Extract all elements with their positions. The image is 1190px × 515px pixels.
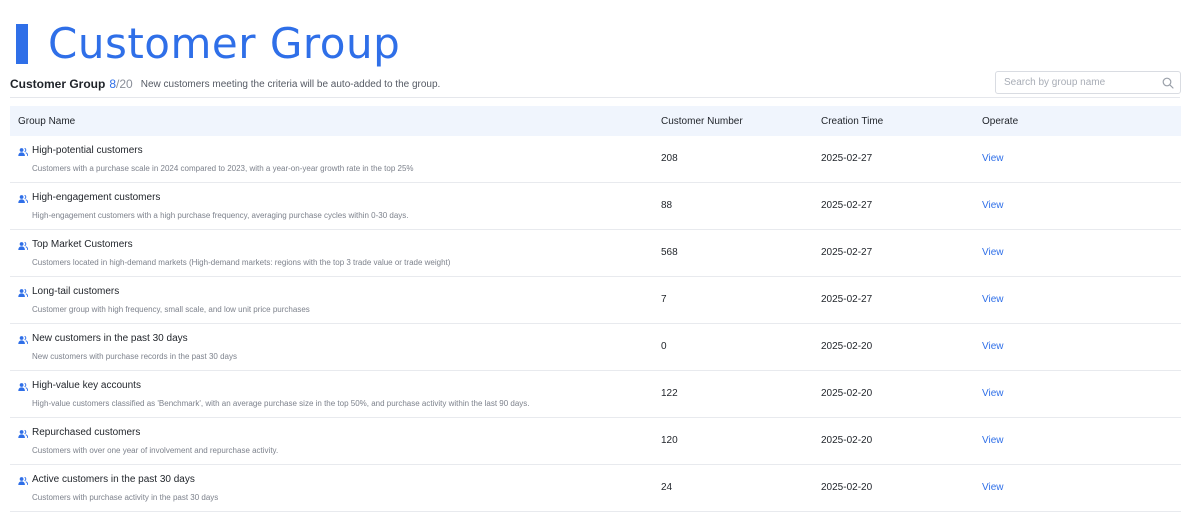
group-name: Top Market Customers xyxy=(32,239,133,250)
table-row: High-potential customers Customers with a… xyxy=(10,136,1181,183)
group-count: 8 xyxy=(109,77,117,91)
user-group-icon xyxy=(18,382,28,392)
customer-number: 7 xyxy=(661,294,667,305)
creation-time: 2025-02-20 xyxy=(821,388,873,399)
creation-time: 2025-02-27 xyxy=(821,200,873,211)
view-link[interactable]: View xyxy=(982,294,1004,305)
customer-number: 122 xyxy=(661,388,678,399)
view-link[interactable]: View xyxy=(982,482,1004,493)
creation-time: 2025-02-20 xyxy=(821,435,873,446)
user-group-icon xyxy=(18,288,28,298)
group-description: Customers with a purchase scale in 2024 … xyxy=(32,164,414,173)
group-name: High-value key accounts xyxy=(32,380,141,391)
creation-time: 2025-02-20 xyxy=(821,341,873,352)
customer-number: 0 xyxy=(661,341,667,352)
user-group-icon xyxy=(18,147,28,157)
column-header-creation-time: Creation Time xyxy=(821,115,884,127)
group-name: Active customers in the past 30 days xyxy=(32,474,195,485)
group-description: Customers located in high-demand markets… xyxy=(32,258,451,267)
creation-time: 2025-02-27 xyxy=(821,153,873,164)
group-description: High-engagement customers with a high pu… xyxy=(32,211,409,220)
view-link[interactable]: View xyxy=(982,247,1004,258)
group-description: Customer group with high frequency, smal… xyxy=(32,305,310,314)
table-row: High-value key accounts High-value custom… xyxy=(10,371,1181,418)
group-description: Customers with purchase activity in the … xyxy=(32,493,219,502)
search-input[interactable] xyxy=(1004,77,1154,88)
view-link[interactable]: View xyxy=(982,341,1004,352)
search-icon[interactable] xyxy=(1162,77,1174,89)
view-link[interactable]: View xyxy=(982,153,1004,164)
user-group-icon xyxy=(18,241,28,251)
group-name: High-potential customers xyxy=(32,145,143,156)
group-description: Customers with over one year of involvem… xyxy=(32,446,279,455)
group-name: New customers in the past 30 days xyxy=(32,333,188,344)
view-link[interactable]: View xyxy=(982,435,1004,446)
group-name: Long-tail customers xyxy=(32,286,120,297)
customer-group-table: Group Name Customer Number Creation Time… xyxy=(10,106,1181,512)
customer-number: 568 xyxy=(661,247,678,258)
page-title: Customer Group xyxy=(48,19,401,68)
table-row: Long-tail customers Customer group with h… xyxy=(10,277,1181,324)
table-row: Top Market Customers Customers located in… xyxy=(10,230,1181,277)
title-accent-bar xyxy=(16,24,28,64)
creation-time: 2025-02-20 xyxy=(821,482,873,493)
auto-add-note: New customers meeting the criteria will … xyxy=(140,78,441,90)
creation-time: 2025-02-27 xyxy=(821,294,873,305)
table-body: High-potential customers Customers with a… xyxy=(10,136,1181,512)
view-link[interactable]: View xyxy=(982,388,1004,399)
creation-time: 2025-02-27 xyxy=(821,247,873,258)
customer-number: 24 xyxy=(661,482,673,493)
page-header: Customer Group xyxy=(16,16,400,72)
group-name: Repurchased customers xyxy=(32,427,141,438)
table-row: New customers in the past 30 days New cus… xyxy=(10,324,1181,371)
group-description: High-value customers classified as 'Benc… xyxy=(32,399,530,408)
column-header-customer-number: Customer Number xyxy=(661,115,743,127)
table-row: Repurchased customers Customers with over… xyxy=(10,418,1181,465)
table-header: Group Name Customer Number Creation Time… xyxy=(10,106,1181,136)
group-summary-label: Customer Group xyxy=(10,77,106,91)
customer-number: 88 xyxy=(661,200,673,211)
user-group-icon xyxy=(18,194,28,204)
group-name: High-engagement customers xyxy=(32,192,161,203)
customer-number: 120 xyxy=(661,435,678,446)
column-header-group-name: Group Name xyxy=(18,115,76,127)
view-link[interactable]: View xyxy=(982,200,1004,211)
group-description: New customers with purchase records in t… xyxy=(32,352,237,361)
table-row: High-engagement customers High-engagement… xyxy=(10,183,1181,230)
table-row: Active customers in the past 30 days Cust… xyxy=(10,465,1181,512)
user-group-icon xyxy=(18,476,28,486)
user-group-icon xyxy=(18,335,28,345)
user-group-icon xyxy=(18,429,28,439)
customer-number: 208 xyxy=(661,153,678,164)
search-box[interactable] xyxy=(995,71,1181,94)
group-total: 20 xyxy=(119,77,133,91)
column-header-operate: Operate xyxy=(982,115,1019,127)
